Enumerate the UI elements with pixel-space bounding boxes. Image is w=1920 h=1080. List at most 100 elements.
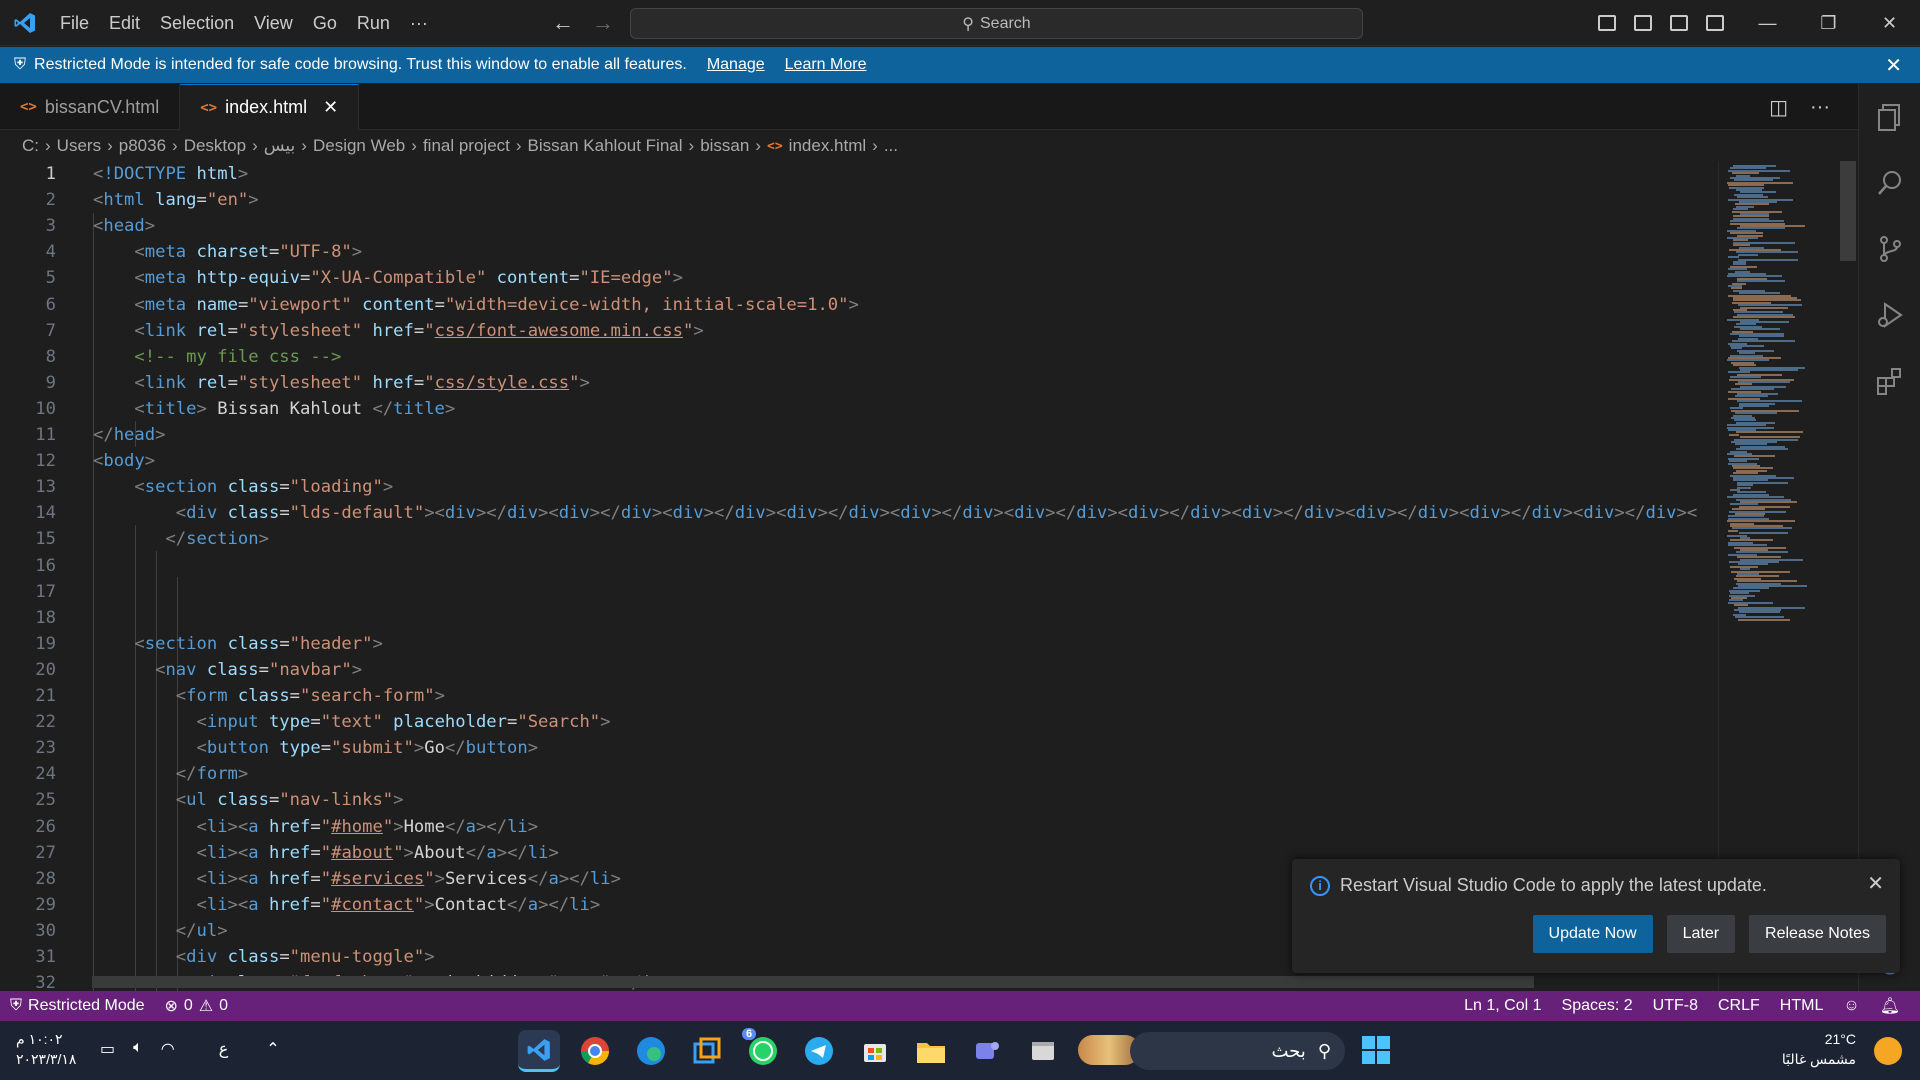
back-arrow-icon[interactable]: ← [552, 10, 574, 36]
command-search-box[interactable]: ⚲ Search [630, 8, 1363, 39]
menu-file[interactable]: File [50, 0, 99, 46]
cursor-position[interactable]: Ln 1, Col 1 [1454, 991, 1551, 1021]
notification-close-icon[interactable]: ✕ [1867, 871, 1884, 896]
breadcrumb-item[interactable]: Bissan Kahlout Final [528, 136, 683, 156]
indentation[interactable]: Spaces: 2 [1552, 991, 1643, 1021]
forward-arrow-icon[interactable]: → [592, 10, 614, 36]
more-actions-icon[interactable]: ··· [1810, 96, 1830, 119]
code-line[interactable]: 6 <meta name="viewport" content="width=d… [0, 292, 1718, 318]
code-line[interactable]: 5 <meta http-equiv="X-UA-Compatible" con… [0, 265, 1718, 291]
edge-icon[interactable] [630, 1030, 672, 1072]
breadcrumb-item[interactable]: C: [22, 136, 39, 156]
breadcrumb-item[interactable]: final project [423, 136, 510, 156]
code-line[interactable]: 7 <link rel="stylesheet" href="css/font-… [0, 318, 1718, 344]
notifications-bell-icon[interactable]: 🔔︎ [1870, 991, 1910, 1021]
code-line[interactable]: 1 <!DOCTYPE html> [0, 161, 1718, 187]
breadcrumb-item[interactable]: Users [57, 136, 101, 156]
code-line[interactable]: 18 [0, 605, 1718, 631]
later-button[interactable]: Later [1666, 915, 1736, 953]
telegram-icon[interactable] [798, 1030, 840, 1072]
menu-more[interactable]: ··· [400, 0, 438, 46]
file-explorer-icon[interactable] [910, 1030, 952, 1072]
code-line[interactable]: 22 <input type="text" placeholder="Searc… [0, 709, 1718, 735]
minimize-button[interactable]: — [1737, 0, 1798, 46]
toggle-secondary-sidebar-icon[interactable] [1670, 15, 1688, 31]
run-debug-icon[interactable] [1859, 282, 1920, 348]
menu-view[interactable]: View [244, 0, 303, 46]
microsoft-store-icon[interactable] [854, 1030, 896, 1072]
wifi-icon[interactable]: ◠ [161, 1039, 175, 1059]
breadcrumb-item[interactable]: بيس [264, 136, 296, 156]
menu-selection[interactable]: Selection [150, 0, 244, 46]
code-line[interactable]: 21 <form class="search-form"> [0, 683, 1718, 709]
app-window-icon[interactable] [1022, 1030, 1064, 1072]
taskbar-search[interactable]: بحث ⚲ [1130, 1032, 1345, 1070]
code-line[interactable]: 25 <ul class="nav-links"> [0, 787, 1718, 813]
split-editor-icon[interactable]: ◫ [1769, 95, 1788, 120]
restricted-mode-status[interactable]: ⛨ Restricted Mode [0, 991, 155, 1021]
code-line[interactable]: 23 <button type="submit">Go</button> [0, 735, 1718, 761]
code-line[interactable]: 20 <nav class="navbar"> [0, 657, 1718, 683]
problems-status[interactable]: ⊗ 0 ⚠ 0 [155, 991, 239, 1021]
code-line[interactable]: 24 </form> [0, 761, 1718, 787]
encoding[interactable]: UTF-8 [1643, 991, 1708, 1021]
update-now-button[interactable]: Update Now [1532, 915, 1653, 953]
feedback-icon[interactable]: ☺ [1833, 991, 1869, 1021]
code-line[interactable]: 10 <title> Bissan Kahlout </title> [0, 396, 1718, 422]
breadcrumb-item[interactable]: p8036 [119, 136, 166, 156]
code-line[interactable]: 14 <div class="lds-default"><div></div><… [0, 500, 1718, 526]
input-language[interactable]: ع [219, 1039, 229, 1059]
code-line[interactable]: 3 <head> [0, 213, 1718, 239]
snipping-tool-icon[interactable] [686, 1030, 728, 1072]
menu-run[interactable]: Run [347, 0, 400, 46]
banner-learn-more-link[interactable]: Learn More [785, 56, 867, 74]
teams-icon[interactable] [966, 1030, 1008, 1072]
code-line[interactable]: 15 </section> [0, 526, 1718, 552]
breadcrumb-item[interactable]: Design Web [313, 136, 405, 156]
battery-icon[interactable]: ▭ [100, 1039, 115, 1059]
close-window-button[interactable]: ✕ [1859, 0, 1920, 46]
source-control-icon[interactable] [1859, 216, 1920, 282]
tab-index[interactable]: <> index.html ✕ [180, 84, 360, 130]
code-line[interactable]: 26 <li><a href="#home">Home</a></li> [0, 814, 1718, 840]
extensions-icon[interactable] [1859, 348, 1920, 414]
code-line[interactable]: 19 <section class="header"> [0, 631, 1718, 657]
tab-close-icon[interactable]: ✕ [323, 97, 338, 118]
code-line[interactable]: 2 <html lang="en"> [0, 187, 1718, 213]
weather-widget[interactable]: 21°C مشمس غالبًا [1782, 1029, 1856, 1069]
code-line[interactable]: 8 <!-- my file css --> [0, 344, 1718, 370]
volume-icon[interactable]: 🔈︎ [133, 1039, 143, 1059]
breadcrumb-item[interactable]: index.html [789, 136, 866, 156]
search-icon[interactable] [1859, 150, 1920, 216]
restore-button[interactable]: ❐ [1798, 0, 1859, 46]
customize-layout-icon[interactable] [1706, 15, 1724, 31]
banner-close-icon[interactable]: ✕ [1885, 53, 1902, 78]
whatsapp-icon[interactable]: 6 [742, 1028, 784, 1072]
windows-start-icon[interactable] [1362, 1036, 1390, 1064]
toggle-panel-icon[interactable] [1634, 15, 1652, 31]
code-line[interactable]: 11 </head> [0, 422, 1718, 448]
end-of-line[interactable]: CRLF [1708, 991, 1770, 1021]
breadcrumb-item[interactable]: Desktop [184, 136, 246, 156]
chrome-icon[interactable] [574, 1030, 616, 1072]
code-line[interactable]: 17 [0, 579, 1718, 605]
horizontal-scrollbar[interactable] [92, 976, 1534, 988]
breadcrumb-item[interactable]: bissan [700, 136, 749, 156]
language-mode[interactable]: HTML [1770, 991, 1834, 1021]
tab-bissancv[interactable]: <> bissanCV.html [0, 84, 181, 130]
explorer-icon[interactable] [1859, 84, 1920, 150]
menu-go[interactable]: Go [303, 0, 347, 46]
menu-edit[interactable]: Edit [99, 0, 150, 46]
code-line[interactable]: 16 [0, 553, 1718, 579]
code-line[interactable]: 9 <link rel="stylesheet" href="css/style… [0, 370, 1718, 396]
code-line[interactable]: 4 <meta charset="UTF-8"> [0, 239, 1718, 265]
vscode-taskbar-icon[interactable] [518, 1030, 560, 1072]
banner-manage-link[interactable]: Manage [707, 56, 765, 74]
vertical-scrollbar[interactable] [1840, 161, 1856, 261]
code-line[interactable]: 13 <section class="loading"> [0, 474, 1718, 500]
clock[interactable]: ١٠:٠٢ م ٢٠٢٣/٣/١٨ [16, 1029, 76, 1069]
show-hidden-icons-icon[interactable]: ⌃ [266, 1039, 279, 1059]
breadcrumb-item[interactable]: ... [884, 136, 898, 156]
code-line[interactable]: 12 <body> [0, 448, 1718, 474]
release-notes-button[interactable]: Release Notes [1749, 915, 1886, 953]
